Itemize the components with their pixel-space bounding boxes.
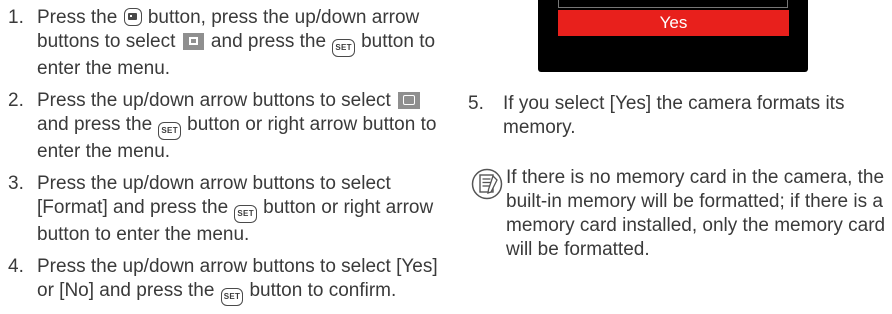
- step-text: Press the up/down arrow buttons to selec…: [37, 173, 434, 245]
- step-3: 3. Press the up/down arrow buttons to se…: [8, 172, 448, 247]
- step-number: 2.: [8, 90, 24, 111]
- camera-screen: Yes: [538, 0, 808, 72]
- step-number: 5.: [468, 93, 484, 114]
- menu-option-yes: Yes: [558, 10, 789, 36]
- step-number: 4.: [8, 256, 24, 277]
- step-text: If you select [Yes] the camera formats i…: [503, 93, 845, 138]
- note-block: If there is no memory card in the camera…: [470, 166, 890, 262]
- step-4: 4. Press the up/down arrow buttons to se…: [8, 255, 448, 306]
- step-text: Press the up/down arrow buttons to selec…: [37, 255, 448, 306]
- set-button-icon: SET: [158, 122, 181, 140]
- menu-button-icon: [123, 8, 142, 26]
- step-number: 1.: [8, 7, 24, 28]
- set-button-icon: SET: [332, 39, 355, 57]
- set-button-icon: SET: [220, 288, 244, 306]
- step-2: 2. Press the up/down arrow buttons to se…: [8, 89, 448, 164]
- step-text: Press the button, press the up/down arro…: [37, 7, 436, 79]
- note-icon: [471, 168, 503, 200]
- set-button-icon: SET: [234, 205, 257, 223]
- menu-option-previous: [558, 0, 788, 8]
- setup-menu-icon: [398, 92, 421, 109]
- step-5: 5. If you select [Yes] the camera format…: [468, 92, 888, 140]
- step-text: Press the up/down arrow buttons to selec…: [37, 90, 437, 162]
- note-text: If there is no memory card in the camera…: [506, 167, 886, 260]
- instructions-left-column: 1. Press the button, press the up/down a…: [8, 6, 448, 314]
- step-number: 3.: [8, 173, 24, 194]
- menu-screen-icon: [182, 33, 204, 50]
- step-1: 1. Press the button, press the up/down a…: [8, 6, 448, 81]
